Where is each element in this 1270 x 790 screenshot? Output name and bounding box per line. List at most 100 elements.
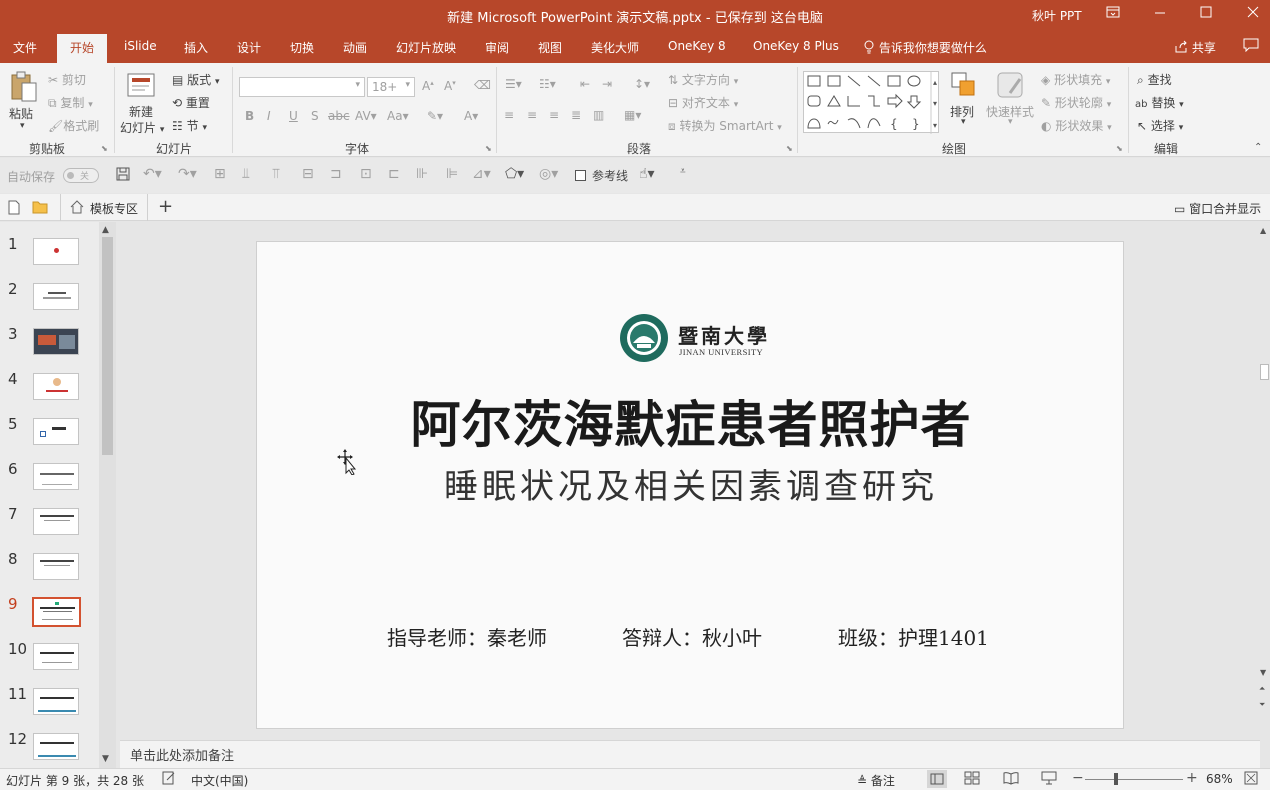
zoom-out-icon[interactable]: − — [1072, 770, 1084, 786]
align-left-icon[interactable]: ≡ — [504, 108, 514, 122]
tab-file[interactable]: 文件 — [13, 39, 37, 56]
tab-slideshow[interactable]: 幻灯片放映 — [396, 39, 456, 56]
replace-button[interactable]: ab 替换 ▾ — [1135, 94, 1184, 111]
font-color-icon[interactable]: A▾ — [464, 109, 478, 123]
text-direction-button[interactable]: ⇅ 文字方向 ▾ — [668, 71, 738, 88]
distribute-h-icon[interactable]: ⊪ — [416, 166, 428, 182]
collapse-ribbon-icon[interactable]: ⌃ — [1254, 142, 1262, 153]
fit-to-window-icon[interactable] — [1244, 771, 1258, 788]
tab-islide[interactable]: iSlide — [124, 39, 157, 53]
font-name-combo[interactable]: ▾ — [239, 77, 365, 97]
slide-thumbnail[interactable] — [33, 643, 79, 670]
clipboard-launcher-icon[interactable]: ⬊ — [101, 144, 108, 153]
underline-icon[interactable]: U — [289, 109, 298, 123]
tab-onekey8[interactable]: OneKey 8 — [668, 39, 726, 53]
shape-outline-button[interactable]: ✎ 形状轮廓 ▾ — [1041, 94, 1111, 111]
template-tab[interactable]: 模板专区 — [60, 194, 148, 221]
tab-animations[interactable]: 动画 — [343, 39, 367, 56]
justify-icon[interactable]: ≣ — [571, 108, 581, 122]
char-spacing-icon[interactable]: AV▾ — [355, 109, 377, 123]
touch-mode-icon[interactable]: ☝▾ — [639, 166, 655, 182]
line-spacing-icon[interactable]: ↕▾ — [634, 77, 650, 91]
text-box-icon[interactable]: ⊞ — [214, 166, 226, 182]
copy-button[interactable]: ⧉ 复制 ▾ — [48, 94, 93, 111]
tab-onekey8plus[interactable]: OneKey 8 Plus — [753, 39, 839, 53]
tab-transitions[interactable]: 切换 — [290, 39, 314, 56]
font-launcher-icon[interactable]: ⬊ — [485, 144, 492, 153]
slide-thumbnail[interactable] — [33, 553, 79, 580]
increase-indent-icon[interactable]: ⇥ — [602, 77, 612, 91]
zoom-slider[interactable] — [1085, 779, 1183, 780]
align-center-obj-icon[interactable]: ⊡ — [360, 166, 372, 182]
cut-button[interactable]: ✂ 剪切 — [48, 71, 86, 88]
undo-icon[interactable]: ↶▾ — [143, 166, 162, 182]
align-left-obj-icon[interactable]: ⊏ — [388, 166, 400, 182]
quick-styles-button[interactable]: 快速样式 ▾ — [986, 71, 1038, 133]
shape-fill-button[interactable]: ◈ 形状填充 ▾ — [1041, 71, 1110, 88]
distribute-v-icon[interactable]: ⊫ — [446, 166, 458, 182]
section-button[interactable]: ☷ 节 ▾ — [172, 117, 207, 134]
align-right-icon[interactable]: ≡ — [549, 108, 559, 122]
save-icon[interactable] — [116, 167, 130, 185]
new-document-icon[interactable] — [8, 200, 20, 218]
drawing-launcher-icon[interactable]: ⬊ — [1116, 144, 1123, 153]
increase-font-icon[interactable]: A▴ — [422, 79, 434, 93]
align-text-button[interactable]: ⊟ 对齐文本 ▾ — [668, 94, 738, 111]
add-tab-icon[interactable]: + — [158, 196, 173, 217]
align-center-icon[interactable]: ≡ — [527, 108, 537, 122]
bold-icon[interactable]: B — [245, 109, 254, 123]
strikethrough-icon[interactable]: abc — [328, 109, 350, 123]
decrease-font-icon[interactable]: A▾ — [444, 79, 456, 93]
spell-check-icon[interactable] — [162, 771, 176, 788]
slide[interactable]: 暨南大學 JINAN UNIVERSITY 阿尔茨海默症患者照护者 睡眠状况及相… — [256, 241, 1124, 729]
rotate-icon[interactable]: ⊿▾ — [472, 166, 491, 182]
tab-home[interactable]: 开始 — [57, 34, 108, 63]
class-text[interactable]: 班级：护理1401 — [838, 622, 989, 651]
columns-icon[interactable]: ▦▾ — [624, 108, 641, 122]
reset-button[interactable]: ⟲ 重置 — [172, 94, 210, 111]
language-indicator[interactable]: 中文(中国) — [191, 772, 248, 789]
format-painter-button[interactable]: 🖌格式刷 — [48, 117, 99, 134]
normal-view-button[interactable] — [927, 770, 947, 788]
tab-view[interactable]: 视图 — [538, 39, 562, 56]
scrollbar-thumb[interactable] — [102, 237, 113, 455]
decrease-indent-icon[interactable]: ⇤ — [580, 77, 590, 91]
scroll-up-icon[interactable]: ▲ — [102, 225, 109, 235]
align-right-obj-icon[interactable]: ⊐ — [330, 166, 342, 182]
zoom-in-icon[interactable]: + — [1186, 770, 1198, 786]
slide-thumbnail[interactable] — [33, 733, 79, 760]
tab-review[interactable]: 审阅 — [485, 39, 509, 56]
scroll-down-icon[interactable]: ▼ — [1260, 668, 1266, 677]
layout-button[interactable]: ▤ 版式 ▾ — [172, 71, 220, 88]
shape-format-icon[interactable]: ⬠▾ — [505, 166, 524, 182]
select-button[interactable]: ↖ 选择 ▾ — [1137, 117, 1183, 134]
clear-format-icon[interactable]: ⌫ — [474, 78, 491, 92]
next-slide-icon[interactable]: ⏷ — [1259, 700, 1265, 710]
close-icon[interactable] — [1241, 6, 1265, 22]
reading-view-icon[interactable] — [1003, 771, 1019, 788]
previous-slide-icon[interactable]: ⏶ — [1259, 684, 1265, 694]
thumbnail-scrollbar[interactable]: ▲ ▼ — [99, 222, 116, 768]
scroll-up-icon[interactable]: ▲ — [1260, 226, 1266, 235]
ribbon-display-options-icon[interactable] — [1101, 6, 1125, 22]
slide-subtitle[interactable]: 睡眠状况及相关因素调查研究 — [257, 470, 1125, 504]
guides-checkbox[interactable] — [575, 170, 586, 181]
shapes-gallery[interactable]: { } ▴ ▾ ▾ — [803, 71, 939, 134]
share-button[interactable]: 共享 — [1174, 39, 1216, 57]
shadow-icon[interactable]: S — [311, 109, 319, 123]
distributed-icon[interactable]: ▥ — [593, 108, 604, 122]
slide-scrollbar[interactable]: ▲ ▼ ⏶ ⏷ — [1259, 222, 1270, 740]
bullets-icon[interactable]: ☰▾ — [505, 77, 522, 91]
numbering-icon[interactable]: ☷▾ — [539, 77, 556, 91]
autosave-toggle[interactable]: 关 — [63, 168, 99, 183]
change-case-icon[interactable]: Aa▾ — [387, 109, 409, 123]
italic-icon[interactable]: I — [267, 109, 271, 123]
slide-sorter-icon[interactable] — [964, 771, 980, 788]
slide-thumbnail[interactable] — [33, 418, 79, 445]
slide-title[interactable]: 阿尔茨海默症患者照护者 — [257, 400, 1125, 450]
minimize-icon[interactable] — [1148, 6, 1172, 22]
customize-qat-icon[interactable]: ⩡ — [680, 166, 686, 177]
scroll-down-icon[interactable]: ▼ — [102, 754, 109, 764]
find-button[interactable]: ⌕ 查找 — [1137, 71, 1172, 88]
tab-insert[interactable]: 插入 — [184, 39, 208, 56]
